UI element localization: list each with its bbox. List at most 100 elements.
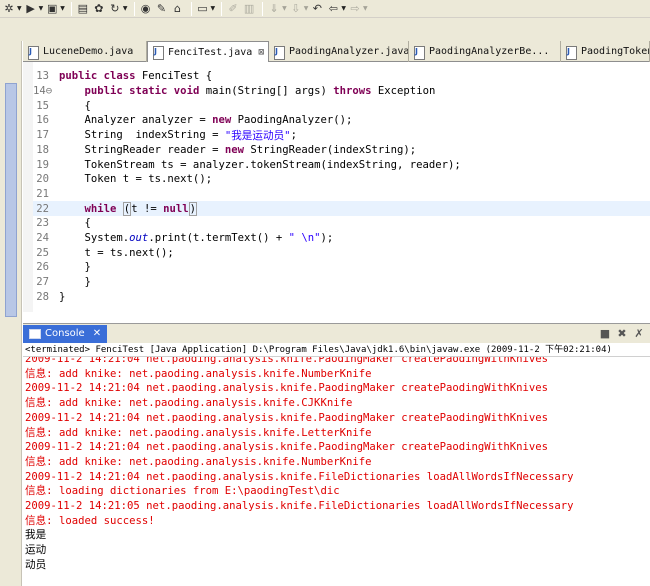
- line-number: 23: [36, 217, 49, 230]
- tab-paodinganalyzer-java[interactable]: PaodingAnalyzer.java: [269, 41, 409, 62]
- code-token: StringReader reader =: [59, 143, 225, 156]
- toolbar-separator: [190, 1, 192, 16]
- console-error-line: 信息: loading dictionaries from E:\paoding…: [25, 485, 340, 498]
- new-package-icon: ▤: [77, 1, 89, 15]
- code-line[interactable]: 28}: [33, 290, 650, 305]
- line-number: 14⊖: [33, 85, 53, 98]
- line-number: 20: [36, 173, 49, 186]
- code-line[interactable]: 24 System. out .print(t.termText() + " \n"…: [33, 231, 650, 246]
- tab-fencitest-java[interactable]: FenciTest.java ⊠: [147, 41, 269, 63]
- chevron-down-icon[interactable]: ▼: [123, 5, 128, 12]
- back-button[interactable]: ⇦ ▼: [326, 1, 346, 17]
- java-file-icon: [273, 45, 285, 60]
- code-editor[interactable]: 13 public class FenciTest {14⊖ public sta…: [23, 62, 650, 312]
- open-task-icon: ✎: [156, 1, 167, 15]
- code-token: FenciTest {: [141, 70, 213, 83]
- code-line[interactable]: 21: [33, 187, 650, 202]
- code-line[interactable]: 14⊖ public static void main(String[] arg…: [33, 84, 650, 99]
- chevron-down-icon[interactable]: ▼: [363, 5, 368, 12]
- string-token: " \n": [288, 232, 321, 245]
- run-button[interactable]: ▶ ▼: [24, 1, 44, 17]
- java-file-icon: [27, 45, 39, 60]
- remove-all-icon[interactable]: ✗: [632, 327, 646, 341]
- code-line[interactable]: 13 public class FenciTest {: [33, 69, 650, 84]
- chevron-down-icon[interactable]: ▼: [17, 5, 22, 12]
- console-view-header: Console ✕ ■ ✖ ✗: [23, 323, 650, 343]
- code-line[interactable]: 20 Token t = ts.next();: [33, 172, 650, 187]
- debug-button[interactable]: ✲ ▼: [2, 1, 22, 17]
- console-error-line: 2009-11-2 14:21:04 net.paoding.analysis.…: [25, 470, 574, 483]
- editor-ruler: [23, 62, 33, 312]
- line-number: 27: [36, 276, 49, 289]
- fast-view-marker[interactable]: [5, 83, 17, 317]
- code-line[interactable]: 16 Analyzer analyzer = new PaodingAnalyz…: [33, 113, 650, 128]
- last-edit-button[interactable]: ↶: [310, 1, 324, 17]
- console-error-line: 信息: add knike: net.paoding.analysis.knif…: [25, 426, 372, 439]
- code-line[interactable]: 15 {: [33, 98, 650, 113]
- tab-paodingtoken[interactable]: PaodingToken: [561, 41, 650, 62]
- run-icon: ▶: [26, 1, 35, 15]
- code-token: Exception: [377, 85, 436, 98]
- chevron-down-icon[interactable]: ▼: [282, 5, 287, 12]
- new-package-button[interactable]: ▤: [76, 1, 90, 17]
- main-toolbar: ✲ ▼ ▶ ▼ ▣ ▼ ▤ ✿ ↻ ▼ ◉ ✎ ⌂ ▭ ▼ ✐ ▥ ⇓ ▼ ⇩ ▼ ↶ ⇦ ▼ ⇨ ▼: [0, 0, 650, 18]
- code-token: (: [122, 201, 132, 216]
- new-refresh-button[interactable]: ↻ ▼: [108, 1, 128, 17]
- chevron-down-icon[interactable]: ▼: [39, 5, 44, 12]
- chevron-down-icon[interactable]: ▼: [211, 5, 216, 12]
- code-line[interactable]: 25 t = ts.next();: [33, 245, 650, 260]
- line-number: 24: [36, 232, 49, 245]
- code-line[interactable]: 18 StringReader reader = new StringReade…: [33, 143, 650, 158]
- code-line[interactable]: 19 TokenStream ts = analyzer.tokenStream…: [33, 157, 650, 172]
- code-line[interactable]: 17 String indexString = "我是运动员";: [33, 128, 650, 143]
- code-token: ;: [290, 129, 297, 142]
- edit1-button[interactable]: ✐: [226, 1, 240, 17]
- keyword-token: new: [212, 114, 238, 127]
- console-icon: [29, 328, 41, 339]
- code-line[interactable]: 23 {: [33, 216, 650, 231]
- forward-button[interactable]: ⇨ ▼: [348, 1, 368, 17]
- line-number: 21: [36, 187, 49, 200]
- new-class-button[interactable]: ✿: [92, 1, 106, 17]
- console-output[interactable]: 2009-11-2 14:21:04 net.paoding.analysis.…: [23, 357, 650, 586]
- code-line[interactable]: 26 }: [33, 260, 650, 275]
- keyword-token: public class: [59, 70, 142, 83]
- toolbar-separator: [70, 1, 72, 16]
- terminate-icon[interactable]: ■: [598, 327, 612, 341]
- folder-icon: ▭: [197, 1, 208, 15]
- tab-console[interactable]: Console ✕: [23, 324, 108, 343]
- code-token: ): [188, 201, 197, 216]
- annotation-next-button[interactable]: ⇩ ▼: [289, 1, 309, 17]
- console-error-line: 2009-11-2 14:21:05 net.paoding.analysis.…: [25, 500, 574, 512]
- line-number: 18: [36, 143, 49, 156]
- external-tools-button[interactable]: ▣ ▼: [45, 1, 65, 17]
- close-icon[interactable]: ✕: [93, 328, 101, 339]
- console-toolbar: ■ ✖ ✗: [595, 327, 646, 341]
- close-icon[interactable]: ⊠: [258, 47, 264, 58]
- tab-paodinganalyzerbe[interactable]: PaodingAnalyzerBe...: [409, 41, 561, 62]
- open-search-button[interactable]: ⌂: [171, 1, 185, 17]
- left-trim-bar: [0, 41, 22, 586]
- chevron-down-icon[interactable]: ▼: [341, 5, 346, 12]
- tab-lucenedemo-java[interactable]: LuceneDemo.java: [23, 41, 147, 62]
- chevron-down-icon[interactable]: ▼: [60, 5, 65, 12]
- console-output-line: 我是: [25, 529, 47, 542]
- remove-launch-icon[interactable]: ✖: [615, 327, 629, 341]
- line-number: 19: [36, 158, 49, 171]
- code-line[interactable]: 22 while (t != null): [33, 201, 650, 216]
- folder-button[interactable]: ▭ ▼: [196, 1, 216, 17]
- annotation-prev-button[interactable]: ⇓ ▼: [267, 1, 287, 17]
- code-line[interactable]: 27 }: [33, 275, 650, 290]
- code-token: t = ts.next();: [59, 246, 174, 259]
- code-token: {: [59, 99, 91, 112]
- toolbar-strip: [0, 18, 650, 41]
- open-type-button[interactable]: ◉: [139, 1, 153, 17]
- edit2-button[interactable]: ▥: [242, 1, 256, 17]
- code-token: Token t = ts.next();: [59, 173, 213, 186]
- chevron-down-icon[interactable]: ▼: [304, 5, 309, 12]
- code-token: }: [59, 290, 66, 303]
- open-task-button[interactable]: ✎: [155, 1, 169, 17]
- code-token: {: [59, 217, 91, 230]
- code-token: TokenStream ts = analyzer.tokenStream(in…: [59, 158, 461, 171]
- code-token: Analyzer analyzer =: [59, 114, 213, 127]
